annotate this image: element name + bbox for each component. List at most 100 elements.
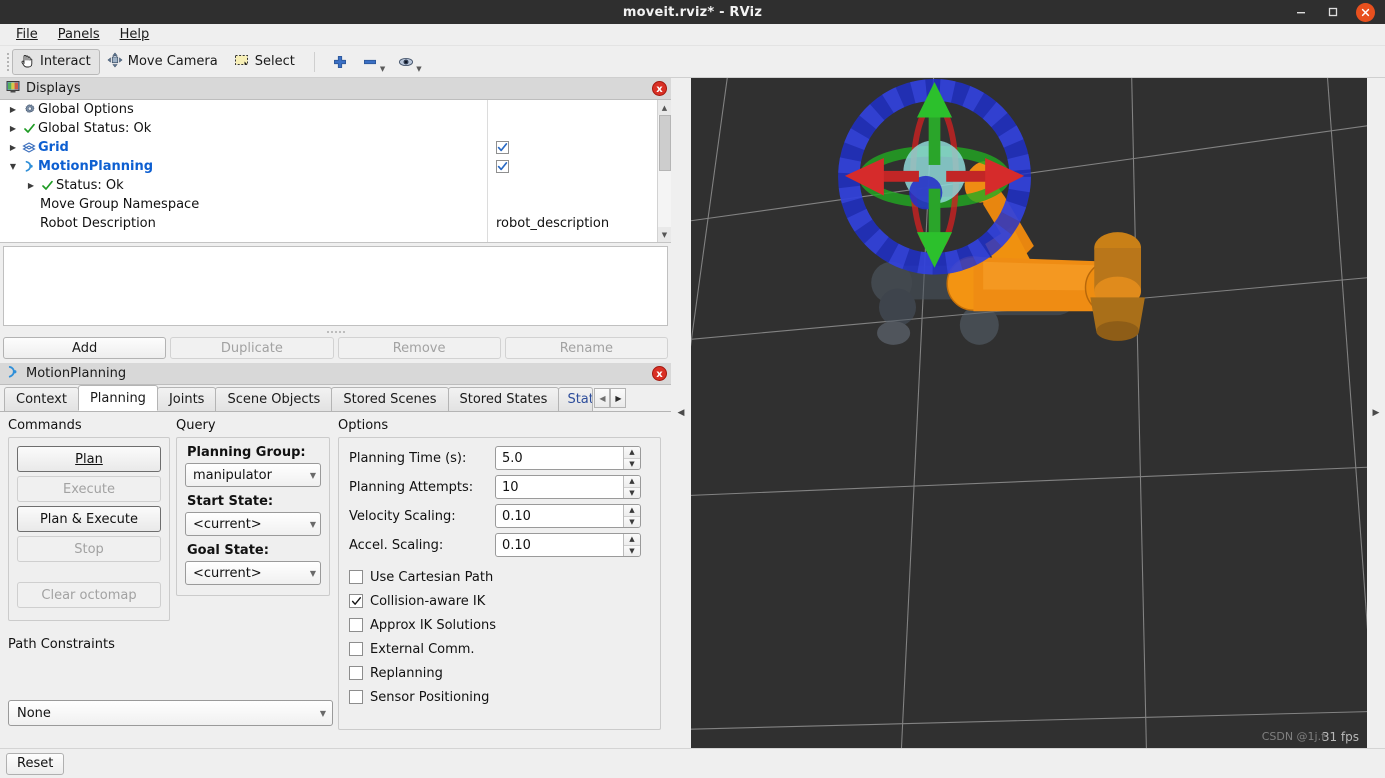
motionplanning-panel: Context Planning Joints Scene Objects St… bbox=[0, 385, 671, 748]
robot-description-value[interactable]: robot_description bbox=[488, 214, 657, 233]
tab-scroll-left-icon[interactable]: ◀ bbox=[594, 388, 611, 408]
plan-and-execute-button[interactable]: Plan & Execute bbox=[17, 506, 161, 532]
tab-planning[interactable]: Planning bbox=[77, 385, 158, 411]
collision-aware-ik-checkbox[interactable]: Collision-aware IK bbox=[349, 589, 650, 613]
tree-item-move-group-namespace[interactable]: Move Group Namespace bbox=[0, 195, 487, 214]
spin-up-icon[interactable]: ▲ bbox=[624, 505, 640, 516]
tree-item-motionplanning[interactable]: ▼ MotionPlanning bbox=[0, 157, 487, 176]
tab-status[interactable]: Stat bbox=[558, 387, 594, 411]
chevron-down-icon[interactable]: ▼ bbox=[416, 65, 421, 73]
menu-help[interactable]: Help bbox=[112, 25, 158, 44]
add-tool-button[interactable] bbox=[325, 49, 355, 75]
use-cartesian-path-checkbox[interactable]: Use Cartesian Path bbox=[349, 565, 650, 589]
chevron-down-icon[interactable]: ▼ bbox=[380, 65, 385, 73]
planning-attempts-value[interactable]: 10 bbox=[496, 476, 623, 498]
spin-down-icon[interactable]: ▼ bbox=[624, 515, 640, 527]
checkbox-box bbox=[349, 594, 363, 608]
scroll-down-icon[interactable]: ▼ bbox=[657, 227, 671, 242]
checkbox-box bbox=[496, 160, 509, 173]
spin-down-icon[interactable]: ▼ bbox=[624, 457, 640, 469]
maximize-icon[interactable] bbox=[1324, 3, 1342, 21]
displays-scrollbar[interactable]: ▲ ▼ bbox=[657, 100, 671, 242]
tree-item-grid[interactable]: ▶ Grid bbox=[0, 138, 487, 157]
chevron-right-icon[interactable]: ▶ bbox=[6, 124, 20, 133]
remove-tool-button[interactable]: ▼ bbox=[355, 49, 391, 75]
query-heading: Query bbox=[176, 418, 216, 433]
minimize-icon[interactable] bbox=[1292, 3, 1310, 21]
planning-time-value[interactable]: 5.0 bbox=[496, 447, 623, 469]
move-camera-button[interactable]: Move Camera bbox=[100, 49, 227, 75]
options-column: Options Planning Time (s): 5.0 ▲ ▼ Plann… bbox=[330, 412, 671, 748]
close-icon[interactable]: x bbox=[652, 366, 667, 381]
scrollbar-thumb[interactable] bbox=[658, 115, 671, 171]
spin-down-icon[interactable]: ▼ bbox=[624, 486, 640, 498]
start-state-select[interactable]: <current> ▼ bbox=[185, 512, 321, 536]
tab-scroll-right-icon[interactable]: ▶ bbox=[610, 388, 627, 408]
focus-camera-button[interactable]: ▼ bbox=[391, 49, 427, 75]
render-viewport-3d[interactable]: CSDN @1j.f 31 fps bbox=[691, 78, 1367, 748]
commands-heading: Commands bbox=[8, 418, 82, 433]
add-display-button[interactable]: Add bbox=[3, 337, 167, 359]
reset-button[interactable]: Reset bbox=[6, 752, 65, 775]
displays-panel-header: Displays x bbox=[0, 78, 671, 100]
left-splitter[interactable]: ◀ bbox=[671, 78, 691, 748]
toolbar-grip[interactable] bbox=[4, 51, 12, 73]
approx-ik-solutions-checkbox[interactable]: Approx IK Solutions bbox=[349, 613, 650, 637]
chevron-right-icon[interactable]: ▶ bbox=[24, 181, 38, 190]
planning-group-select[interactable]: manipulator ▼ bbox=[185, 463, 321, 487]
interact-button[interactable]: Interact bbox=[12, 48, 100, 75]
tree-item-robot-description[interactable]: Robot Description bbox=[0, 214, 487, 233]
start-state-label: Start State: bbox=[187, 494, 274, 509]
spin-up-icon[interactable]: ▲ bbox=[624, 476, 640, 487]
path-constraints-select[interactable]: None ▼ bbox=[8, 700, 333, 726]
close-icon[interactable] bbox=[1356, 2, 1375, 22]
right-splitter[interactable]: ▶ bbox=[1367, 78, 1385, 748]
tool-bar: Interact Move Camera Select ▼ ▼ bbox=[0, 46, 1385, 78]
tab-scroll-controls: ◀ ▶ bbox=[594, 388, 627, 408]
tab-context[interactable]: Context bbox=[4, 387, 79, 411]
external-comm-checkbox[interactable]: External Comm. bbox=[349, 637, 650, 661]
accel-scaling-spinner[interactable]: 0.10 ▲ ▼ bbox=[495, 533, 641, 557]
accel-scaling-value[interactable]: 0.10 bbox=[496, 534, 623, 556]
sensor-positioning-checkbox[interactable]: Sensor Positioning bbox=[349, 685, 650, 709]
tree-item-global-status[interactable]: ▶ Global Status: Ok bbox=[0, 119, 487, 138]
tree-item-global-options[interactable]: ▶ Global Options bbox=[0, 100, 487, 119]
3d-scene bbox=[691, 78, 1367, 748]
planning-tab-content: Commands Plan Execute Plan & Execute Sto… bbox=[0, 412, 671, 748]
chevron-right-icon[interactable]: ▶ bbox=[6, 143, 20, 152]
tab-stored-scenes[interactable]: Stored Scenes bbox=[331, 387, 449, 411]
scrollbar-track[interactable] bbox=[657, 115, 671, 227]
chevron-right-icon[interactable]: ▶ bbox=[6, 105, 20, 114]
spin-up-icon[interactable]: ▲ bbox=[624, 447, 640, 458]
plus-icon bbox=[331, 53, 349, 75]
spin-down-icon[interactable]: ▼ bbox=[624, 544, 640, 556]
tab-joints[interactable]: Joints bbox=[156, 387, 217, 411]
plan-label: Plan bbox=[75, 451, 103, 467]
planning-attempts-spinner[interactable]: 10 ▲ ▼ bbox=[495, 475, 641, 499]
menu-file[interactable]: File bbox=[8, 25, 46, 44]
velocity-scaling-spinner[interactable]: 0.10 ▲ ▼ bbox=[495, 504, 641, 528]
menu-panels[interactable]: Panels bbox=[50, 25, 108, 44]
interact-label: Interact bbox=[40, 54, 91, 69]
velocity-scaling-value[interactable]: 0.10 bbox=[496, 505, 623, 527]
goal-state-select[interactable]: <current> ▼ bbox=[185, 561, 321, 585]
plan-button[interactable]: Plan bbox=[17, 446, 161, 472]
select-button[interactable]: Select bbox=[227, 49, 304, 75]
collapse-left-icon[interactable]: ◀ bbox=[678, 408, 685, 418]
replanning-checkbox[interactable]: Replanning bbox=[349, 661, 650, 685]
tree-value-empty bbox=[488, 176, 657, 195]
scroll-up-icon[interactable]: ▲ bbox=[657, 100, 671, 115]
grid-enabled-checkbox[interactable] bbox=[488, 138, 657, 157]
displays-tree[interactable]: ▶ Global Options ▶ Global Status: Ok ▶ G… bbox=[0, 100, 671, 243]
close-icon[interactable]: x bbox=[652, 81, 667, 96]
planning-time-spinner[interactable]: 5.0 ▲ ▼ bbox=[495, 446, 641, 470]
grid-icon bbox=[20, 141, 38, 154]
displays-panel-icon bbox=[6, 80, 20, 98]
chevron-down-icon[interactable]: ▼ bbox=[6, 162, 20, 171]
tab-scene-objects[interactable]: Scene Objects bbox=[215, 387, 333, 411]
tab-stored-states[interactable]: Stored States bbox=[447, 387, 560, 411]
collapse-right-icon[interactable]: ▶ bbox=[1373, 408, 1380, 418]
tree-item-status[interactable]: ▶ Status: Ok bbox=[0, 176, 487, 195]
spin-up-icon[interactable]: ▲ bbox=[624, 534, 640, 545]
motionplanning-enabled-checkbox[interactable] bbox=[488, 157, 657, 176]
